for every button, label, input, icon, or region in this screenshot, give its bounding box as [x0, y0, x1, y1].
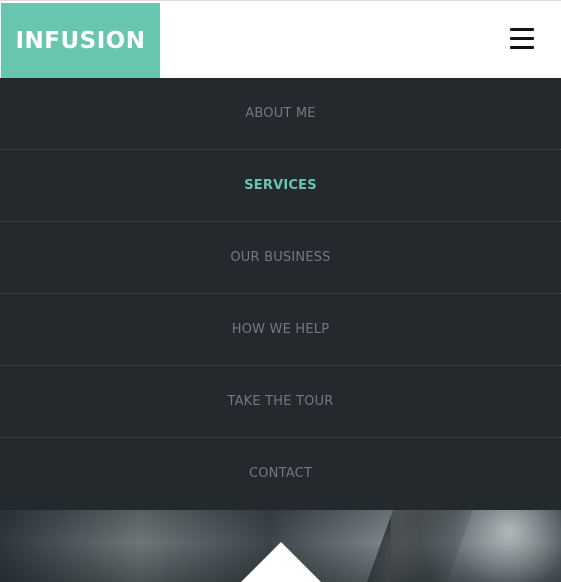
- header: INFUSION: [0, 0, 561, 79]
- nav-item-label: ABOUT ME: [245, 106, 316, 121]
- nav-item-our-business[interactable]: OUR BUSINESS: [0, 222, 561, 294]
- nav-item-label: CONTACT: [248, 466, 313, 481]
- nav-item-contact[interactable]: CONTACT: [0, 438, 561, 509]
- menu-bar-bottom: [510, 46, 534, 49]
- nav-item-how-we-help[interactable]: HOW WE HELP: [0, 294, 561, 366]
- nav-item-label: OUR BUSINESS: [230, 250, 331, 265]
- menu-bar-middle: [510, 37, 534, 40]
- logo[interactable]: INFUSION: [1, 3, 160, 79]
- nav-item-services[interactable]: SERVICES: [0, 150, 561, 222]
- logo-text: INFUSION: [15, 28, 146, 54]
- page: INFUSION ABOUT ME SERVICES OUR BUSINESS …: [0, 0, 561, 582]
- nav-item-label: TAKE THE TOUR: [227, 394, 334, 409]
- hero-image: [0, 510, 561, 582]
- hamburger-menu-icon[interactable]: [510, 28, 534, 49]
- navigation-menu: ABOUT ME SERVICES OUR BUSINESS HOW WE HE…: [0, 78, 561, 510]
- nav-item-label: HOW WE HELP: [231, 322, 330, 337]
- up-triangle-icon[interactable]: [241, 542, 321, 582]
- hero-foliage: [391, 510, 561, 582]
- menu-bar-top: [510, 28, 534, 31]
- nav-item-label: SERVICES: [244, 178, 317, 193]
- nav-item-take-the-tour[interactable]: TAKE THE TOUR: [0, 366, 561, 438]
- nav-item-about-me[interactable]: ABOUT ME: [0, 78, 561, 150]
